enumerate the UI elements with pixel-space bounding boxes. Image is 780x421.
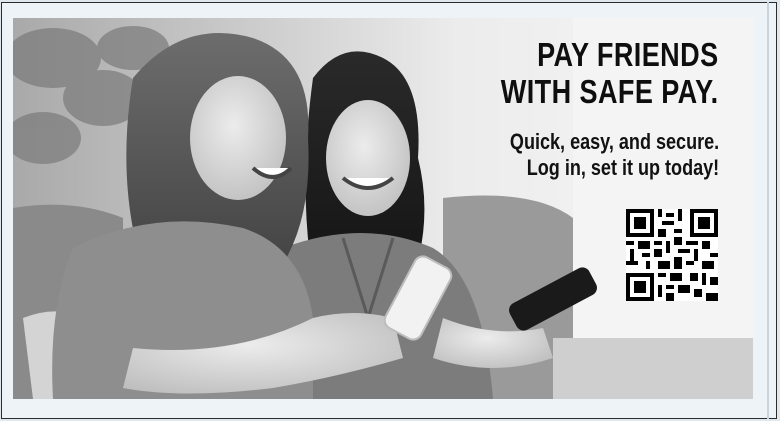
subheadline: Quick, easy, and secure. Log in, set it … [510,129,719,181]
headline-line-2: WITH SAFE PAY. [501,73,719,110]
headline: PAY FRIENDS WITH SAFE PAY. [501,36,719,110]
ad-frame: PAY FRIENDS WITH SAFE PAY. Quick, easy, … [1,2,777,419]
promo-banner: PAY FRIENDS WITH SAFE PAY. Quick, easy, … [13,18,753,399]
subheadline-line-2: Log in, set it up today! [526,155,719,180]
headline-line-1: PAY FRIENDS [537,36,719,73]
qr-code-icon[interactable] [626,209,718,301]
page-edge [767,2,769,419]
subheadline-line-1: Quick, easy, and secure. [509,129,719,154]
